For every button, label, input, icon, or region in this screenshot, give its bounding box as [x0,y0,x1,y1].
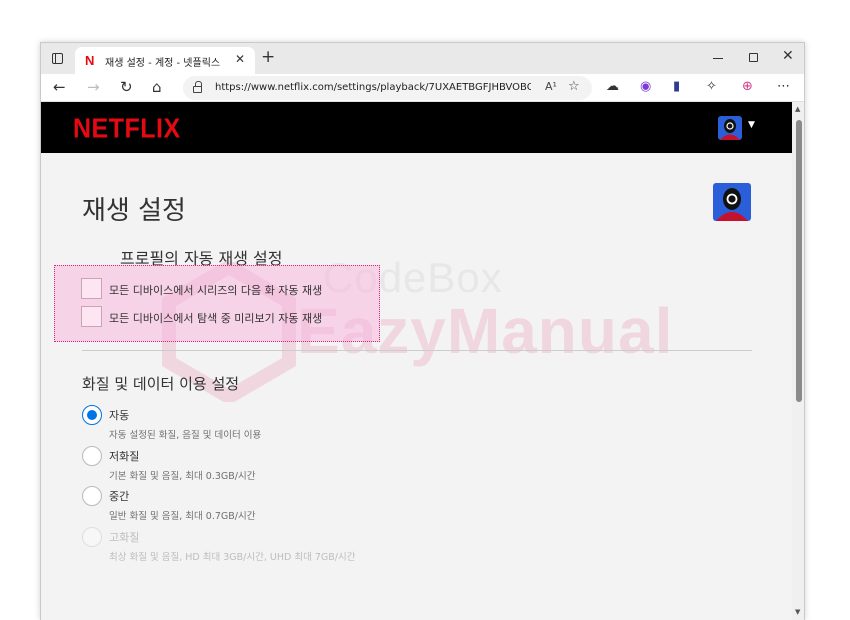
new-tab-icon[interactable]: + [261,48,275,66]
redacted-area [74,245,116,263]
radio-description: 일반 화질 및 음질, 최대 0.7GB/시간 [109,511,256,522]
address-bar-row: ← → ↻ ⌂ https://www.netflix.com/settings… [41,74,804,102]
address-bar[interactable]: https://www.netflix.com/settings/playbac… [183,76,592,100]
home-icon[interactable]: ⌂ [152,78,162,96]
quality-radio-auto[interactable] [82,405,102,425]
radio-label: 자동 [109,409,130,422]
quality-radio-medium[interactable] [82,486,102,506]
radio-label: 저화질 [109,450,140,463]
url-text[interactable]: https://www.netflix.com/settings/playbac… [215,82,531,93]
extension-icon[interactable]: ◉ [640,79,651,95]
checkbox-label: 모든 디바이스에서 시리즈의 다음 화 자동 재생 [109,284,323,297]
page-viewport: NETFLIX ▼ CodeBox EazyManual 재생 설정 프로필의 … [41,102,792,620]
lock-icon[interactable] [193,81,202,93]
radio-label: 고화질 [109,531,140,544]
tab-strip: N 재생 설정 - 계정 - 넷플릭스 ✕ + ✕ [41,43,804,74]
scroll-thumb[interactable] [796,120,802,402]
autoplay-next-episode-checkbox[interactable] [81,278,102,299]
scrollbar[interactable]: ▲ ▼ [792,102,804,620]
netflix-logo[interactable]: NETFLIX [73,113,181,145]
maximize-icon[interactable] [749,53,758,62]
more-icon[interactable]: ⋯ [777,79,790,95]
page-title: 재생 설정 [82,196,186,226]
minimize-icon[interactable] [713,58,723,59]
profile-avatar [713,183,751,221]
radio-description: 최상 화질 및 음질, HD 최대 3GB/시간, UHD 최대 7GB/시간 [109,552,356,563]
browser-window: N 재생 설정 - 계정 - 넷플릭스 ✕ + ✕ ← → ↻ ⌂ https:… [40,42,805,620]
cloud-icon[interactable]: ☁ [606,79,619,95]
puzzle-icon[interactable]: ✧ [706,79,717,95]
scroll-down-icon[interactable]: ▼ [795,608,800,616]
avatar[interactable] [718,116,742,140]
radio-label: 중간 [109,490,130,503]
scroll-up-icon[interactable]: ▲ [795,105,800,113]
favorite-add-icon[interactable]: ☆ [568,79,580,94]
back-icon[interactable]: ← [53,78,66,96]
quality-radio-low[interactable] [82,446,102,466]
read-aloud-icon[interactable]: A¹ [545,80,557,93]
divider [82,350,752,351]
tab-close-icon[interactable]: ✕ [235,52,245,66]
netflix-favicon-icon: N [85,53,95,68]
browser-tab[interactable]: N 재생 설정 - 계정 - 넷플릭스 ✕ [75,47,255,74]
quality-section-title: 화질 및 데이터 이용 설정 [82,375,240,393]
tab-actions-icon[interactable] [49,50,67,68]
radio-description: 자동 설정된 화질, 음질 및 데이터 이용 [109,430,262,441]
autoplay-previews-checkbox[interactable] [81,306,102,327]
tab-title: 재생 설정 - 계정 - 넷플릭스 [105,58,221,69]
extension-icon[interactable]: ▮ [673,79,680,95]
checkbox-label: 모든 디바이스에서 탐색 중 미리보기 자동 재생 [109,312,323,325]
forward-icon[interactable]: → [87,78,100,96]
radio-description: 기본 화질 및 음질, 최대 0.3GB/시간 [109,471,256,482]
highlight-box [54,265,380,342]
window-close-icon[interactable]: ✕ [782,48,794,64]
quality-radio-high [82,527,102,547]
netflix-header: NETFLIX ▼ [41,102,792,153]
profile-icon[interactable]: ⊕ [742,79,753,95]
chevron-down-icon[interactable]: ▼ [748,120,755,130]
refresh-icon[interactable]: ↻ [120,78,133,96]
